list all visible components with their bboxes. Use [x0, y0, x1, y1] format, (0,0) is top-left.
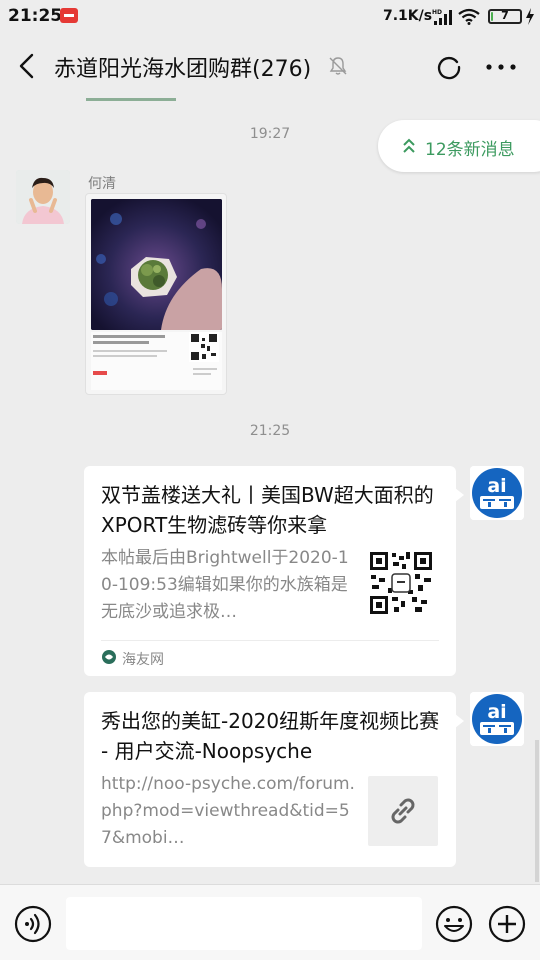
network-speed: 7.1K/s	[383, 8, 433, 24]
timestamp: 21:25	[249, 423, 291, 439]
previous-message-edge	[86, 98, 176, 101]
cell-signal-icon: HD	[432, 9, 452, 25]
network-badge: HD	[432, 9, 442, 16]
battery-icon: 7	[488, 9, 522, 24]
link-chain-icon	[391, 798, 415, 824]
ai-logo-avatar-icon: ai	[470, 692, 524, 746]
card-divider	[101, 640, 439, 641]
source-logo-icon	[102, 650, 116, 664]
image-message[interactable]	[85, 193, 227, 395]
mute-bell-icon	[329, 57, 347, 75]
new-messages-label: 12条新消息	[425, 140, 515, 160]
voice-input-icon[interactable]	[14, 905, 52, 943]
link-card-message[interactable]: 双节盖楼送大礼丨美国BW超大面积的XPORT生物滤砖等你来拿 本帖最后由Brig…	[84, 466, 464, 676]
person-avatar-icon	[16, 170, 70, 224]
message-list[interactable]: 19:27 12条新消息 何清 21:25 双节盖楼送大礼丨美国BW超大面积的X…	[0, 98, 540, 884]
link-card-title: 秀出您的美缸-2020纽斯年度视频比赛 - 用户交流-Noopsyche	[101, 709, 440, 763]
coral-photo	[91, 199, 222, 330]
back-arrow-icon[interactable]	[14, 50, 42, 82]
sender-name: 何清	[88, 176, 116, 192]
more-functions-plus-icon[interactable]	[488, 905, 526, 943]
status-bar: 21:25 7.1K/s HD 7	[0, 0, 540, 34]
wifi-icon	[458, 8, 480, 25]
refresh-icon[interactable]	[436, 54, 462, 80]
image-caption-area	[91, 332, 222, 390]
status-time: 21:25	[8, 6, 63, 26]
link-thumbnail	[368, 776, 438, 846]
new-messages-button[interactable]: 12条新消息	[378, 120, 540, 172]
link-card-description: http://noo-psyche.com/forum.php?mod=view…	[101, 774, 355, 848]
chat-header: 赤道阳光海水团购群(276)	[0, 34, 540, 98]
my-avatar[interactable]: ai	[470, 466, 524, 520]
ai-logo-avatar-icon: ai	[470, 466, 524, 520]
battery-label: 7	[501, 9, 509, 22]
emoji-icon[interactable]	[435, 905, 473, 943]
scrollbar[interactable]	[535, 740, 539, 882]
chat-title: 赤道阳光海水团购群(276)	[54, 57, 312, 82]
message-input[interactable]	[66, 897, 422, 950]
link-card-description: 本帖最后由Brightwell于2020-10-109:53编辑如果你的水族箱是…	[101, 548, 349, 622]
link-card-message[interactable]: 秀出您的美缸-2020纽斯年度视频比赛 - 用户交流-Noopsyche htt…	[84, 692, 464, 867]
input-toolbar	[0, 884, 540, 960]
charging-icon	[526, 8, 534, 25]
my-avatar[interactable]: ai	[470, 692, 524, 746]
link-card-title: 双节盖楼送大礼丨美国BW超大面积的XPORT生物滤砖等你来拿	[101, 483, 434, 537]
source-name: 海友网	[122, 652, 164, 668]
svg-text:ai: ai	[487, 701, 506, 723]
svg-text:ai: ai	[487, 475, 506, 497]
qr-code-thumbnail	[368, 550, 434, 616]
notification-app-icon	[60, 8, 78, 23]
sender-avatar[interactable]	[16, 170, 70, 224]
more-options-icon[interactable]	[486, 64, 516, 70]
double-chevron-up-icon	[403, 138, 415, 153]
